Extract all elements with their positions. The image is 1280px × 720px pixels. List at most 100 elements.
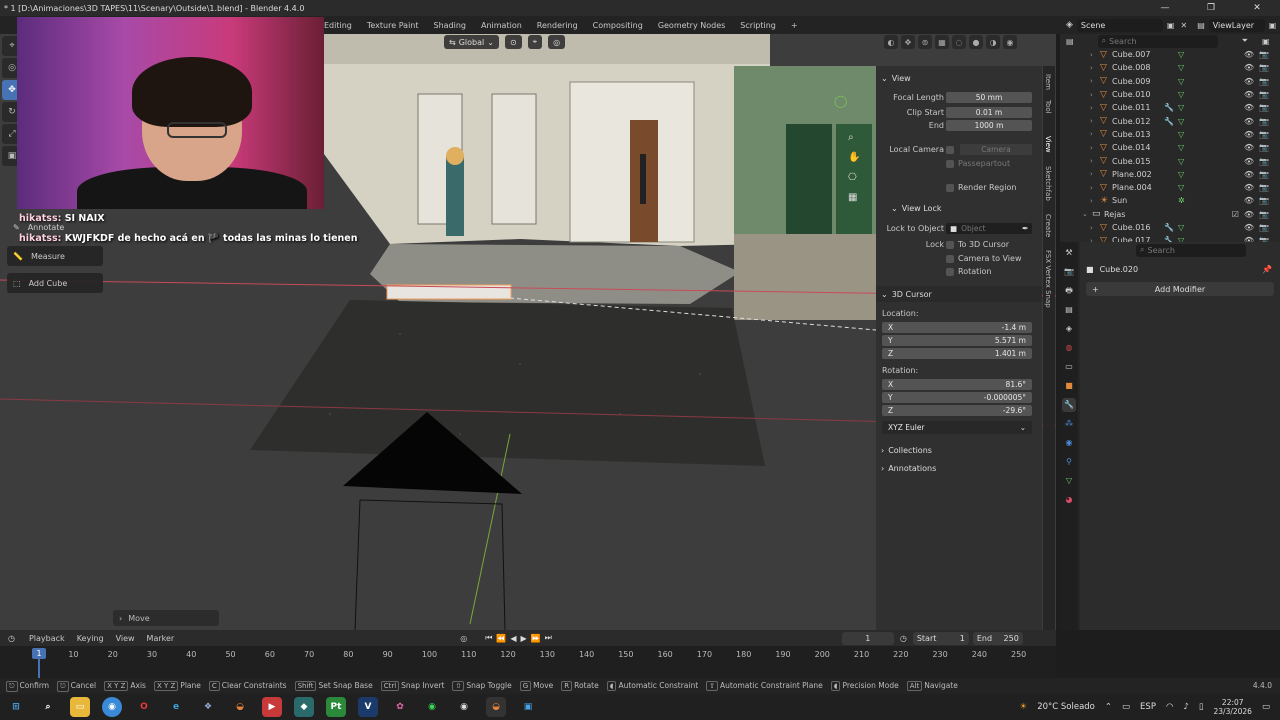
clock[interactable]: 22:07 23/3/2026	[1214, 698, 1252, 716]
camera-view-icon[interactable]: ⎔	[848, 172, 857, 183]
delete-scene-icon[interactable]: ✕	[1180, 21, 1187, 30]
display-mode-icon[interactable]: ▤	[1066, 37, 1074, 46]
object-name[interactable]: Cube.010	[1112, 90, 1164, 99]
3d-cursor-section-header[interactable]: ⌄ 3D Cursor	[876, 286, 1042, 302]
clip-end-field[interactable]: 1000 m	[946, 120, 1032, 131]
preview-range-icon[interactable]: ◷	[900, 634, 907, 643]
tab-rendering[interactable]: Rendering	[537, 21, 578, 30]
output-props-icon[interactable]: 🖶	[1062, 284, 1076, 298]
outliner-row[interactable]: › ▽ Cube.015 ▽ 👁📷	[1060, 154, 1280, 167]
outliner-row[interactable]: › ☀ Sun ✲ 👁📷	[1060, 194, 1280, 207]
expand-arrow-icon[interactable]: ›	[1090, 117, 1100, 125]
tab-compositing[interactable]: Compositing	[593, 21, 643, 30]
timeline-track[interactable]: 10 20 30 40 50 60 70 80 90 100 110 120 130 140 150 160 1…	[0, 646, 1056, 678]
expand-arrow-icon[interactable]: ›	[1090, 64, 1100, 72]
material-shading-icon[interactable]: ◑	[986, 35, 1000, 49]
object-name[interactable]: Cube.008	[1112, 63, 1164, 72]
local-camera-field[interactable]: Camera	[960, 144, 1032, 155]
chevron-down-icon[interactable]: ⌄	[1082, 210, 1092, 218]
windows-start-icon[interactable]: ⊞	[6, 697, 26, 717]
visibility-icons[interactable]: 👁📷	[1244, 223, 1274, 232]
world-props-icon[interactable]: ◍	[1062, 341, 1076, 355]
clip-start-field[interactable]: 0.01 m	[946, 107, 1032, 118]
visibility-icons[interactable]: 👁📷	[1244, 90, 1274, 99]
properties-search-input[interactable]: ⌕ Search	[1136, 243, 1246, 257]
object-name[interactable]: Cube.007	[1112, 50, 1164, 59]
new-view-layer-icon[interactable]: ▣	[1269, 21, 1277, 30]
chrome-icon[interactable]: ◉	[102, 697, 122, 717]
object-name[interactable]: Cube.016	[1112, 223, 1164, 232]
paint-icon[interactable]: ✿	[390, 697, 410, 717]
visibility-icons[interactable]: 👁📷	[1244, 170, 1274, 179]
outliner-row[interactable]: › ▽ Cube.011 🔧 ▽ 👁📷	[1060, 101, 1280, 114]
expand-arrow-icon[interactable]: ›	[1090, 77, 1100, 85]
tab-view[interactable]: View	[1044, 136, 1052, 153]
tab-editing[interactable]: Editing	[324, 21, 352, 30]
tab-create[interactable]: Create	[1044, 214, 1052, 237]
object-name[interactable]: Cube.014	[1112, 143, 1164, 152]
view-menu[interactable]: View	[116, 634, 135, 643]
rotation-mode-dropdown[interactable]: XYZ Euler ⌄	[882, 421, 1032, 434]
outliner-search-input[interactable]: ⌕ Search	[1097, 34, 1218, 48]
spotify-icon[interactable]: ◉	[422, 697, 442, 717]
visibility-icons[interactable]: 👁📷	[1244, 183, 1274, 192]
jump-start-icon[interactable]: ⏮	[485, 633, 492, 643]
particles-props-icon[interactable]: ⁂	[1062, 417, 1076, 431]
play-reverse-icon[interactable]: ◀	[510, 634, 516, 643]
object-name[interactable]: Cube.020	[1100, 265, 1138, 274]
add-workspace-button[interactable]: +	[791, 21, 798, 30]
opera-icon[interactable]: O	[134, 697, 154, 717]
new-scene-icon[interactable]: ▣	[1167, 21, 1175, 30]
visibility-icons[interactable]: 👁📷	[1244, 157, 1274, 166]
wifi-icon[interactable]: ◠	[1166, 702, 1173, 712]
tab-animation[interactable]: Animation	[481, 21, 522, 30]
new-collection-icon[interactable]: ▣	[1262, 37, 1270, 46]
playhead[interactable]: 1	[32, 648, 46, 659]
start-frame-field[interactable]: Start 1	[912, 631, 969, 645]
visibility-icons[interactable]: 👁📷	[1244, 77, 1274, 86]
gizmo-icon[interactable]: ✥	[901, 35, 915, 49]
outliner-collection-row[interactable]: ⌄ ▭ Rejas ☑👁📷	[1060, 208, 1280, 221]
prev-keyframe-icon[interactable]: ⏪	[496, 634, 506, 643]
tab-tool[interactable]: Tool	[1044, 100, 1052, 114]
rendered-shading-icon[interactable]: ◉	[1003, 35, 1017, 49]
marker-menu[interactable]: Marker	[147, 634, 175, 643]
tab-scripting[interactable]: Scripting	[740, 21, 776, 30]
collection-name[interactable]: Rejas	[1104, 210, 1156, 219]
object-name[interactable]: Plane.002	[1112, 170, 1164, 179]
maximize-button[interactable]: ❐	[1188, 0, 1234, 16]
visibility-icons[interactable]: 👁📷	[1244, 103, 1274, 112]
expand-arrow-icon[interactable]: ›	[1090, 144, 1100, 152]
focal-length-field[interactable]: 50 mm	[946, 92, 1032, 103]
outliner-row[interactable]: › ▽ Cube.012 🔧 ▽ 👁📷	[1060, 114, 1280, 127]
expand-arrow-icon[interactable]: ›	[1090, 130, 1100, 138]
volume-icon[interactable]: ♪	[1183, 702, 1188, 712]
outliner-row[interactable]: › ▽ Cube.017 🔧 ▽ 👁📷	[1060, 234, 1280, 242]
object-name[interactable]: Cube.012	[1112, 117, 1164, 126]
notification-icon[interactable]: ▭	[1262, 702, 1270, 712]
view-layer-selector[interactable]: ViewLayer	[1208, 18, 1265, 32]
cursor-rotation-y-field[interactable]: Y -0.000005°	[882, 392, 1032, 403]
expand-arrow-icon[interactable]: ›	[1090, 91, 1100, 99]
cursor-z-field[interactable]: Z 1.401 m	[882, 348, 1032, 359]
editor-type-icon[interactable]: ◷	[8, 634, 15, 643]
end-frame-field[interactable]: End 250	[972, 631, 1023, 645]
expand-arrow-icon[interactable]: ›	[1090, 170, 1100, 178]
rotation-lock-checkbox[interactable]: Rotation	[946, 267, 991, 276]
next-keyframe-icon[interactable]: ⏩	[531, 634, 541, 643]
collection-props-icon[interactable]: ▭	[1062, 360, 1076, 374]
wireframe-shading-icon[interactable]: ◌	[952, 35, 966, 49]
axis-gizmo-icon[interactable]: ◯	[834, 94, 847, 108]
outliner-row[interactable]: › ▽ Cube.014 ▽ 👁📷	[1060, 141, 1280, 154]
outliner-row[interactable]: › ▽ Cube.013 ▽ 👁📷	[1060, 128, 1280, 141]
pycharm-icon[interactable]: Pt	[326, 697, 346, 717]
outliner-row[interactable]: › ▽ Cube.008 ▽ 👁📷	[1060, 61, 1280, 74]
remote-desktop-icon[interactable]: ▣	[518, 697, 538, 717]
pivot-icon[interactable]: ⊙	[504, 35, 522, 49]
last-operation-panel[interactable]: › Move	[113, 610, 219, 626]
expand-arrow-icon[interactable]: ›	[1090, 224, 1100, 232]
keying-menu[interactable]: Keying	[77, 634, 104, 643]
app-icon[interactable]: ❖	[198, 697, 218, 717]
visibility-icons[interactable]: ☑👁📷	[1232, 210, 1274, 219]
autokey-icon[interactable]: ◎	[460, 634, 467, 643]
